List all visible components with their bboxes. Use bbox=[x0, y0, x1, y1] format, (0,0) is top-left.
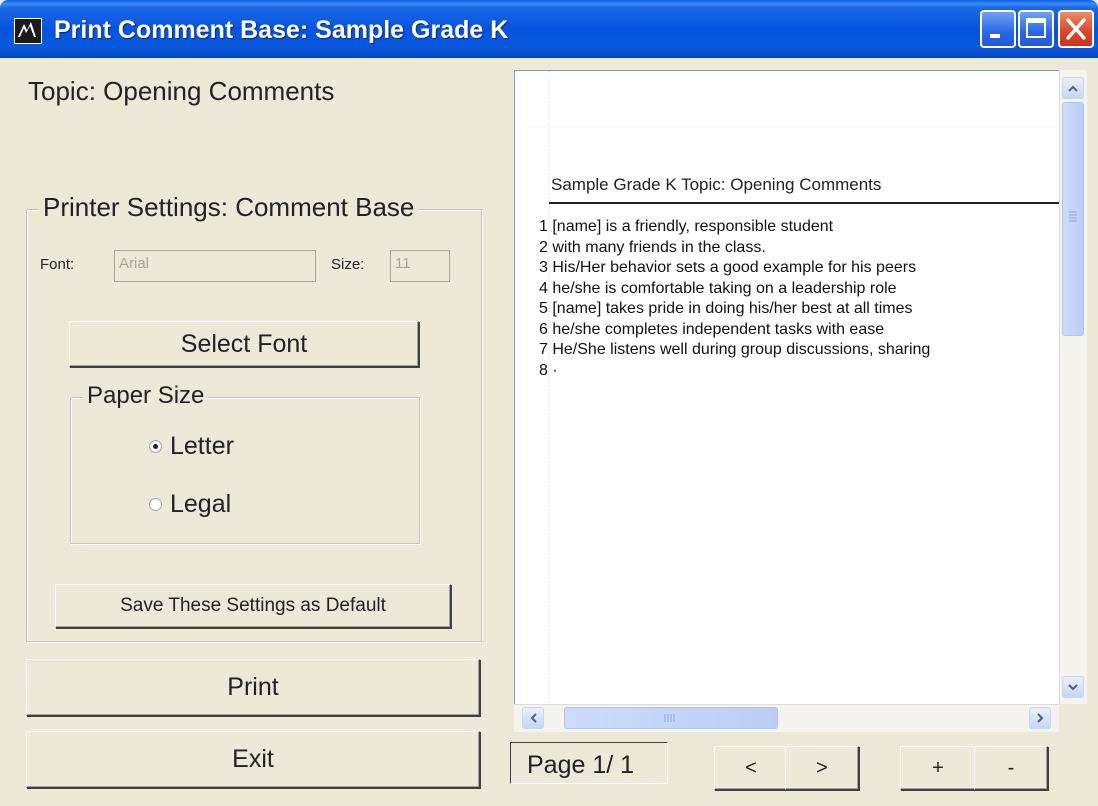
preview-line: 7 He/She listens well during group discu… bbox=[539, 341, 931, 358]
horizontal-scrollbar[interactable] bbox=[514, 704, 1059, 732]
minimize-button[interactable] bbox=[980, 10, 1016, 48]
size-label: Size: bbox=[331, 256, 365, 273]
preview-line: 1 [name] is a friendly, responsible stud… bbox=[539, 218, 834, 235]
select-font-button[interactable]: Select Font bbox=[69, 321, 419, 367]
next-page-button[interactable]: > bbox=[785, 746, 859, 790]
page-margin-lines bbox=[515, 71, 1061, 711]
scroll-up-button[interactable] bbox=[1062, 77, 1084, 99]
grip-icon bbox=[1069, 211, 1077, 222]
window-title: Print Comment Base: Sample Grade K bbox=[54, 16, 509, 44]
preview-line: 5 [name] takes pride in doing his/her be… bbox=[539, 300, 913, 317]
vertical-scrollbar[interactable] bbox=[1059, 70, 1087, 704]
previous-page-button[interactable]: < bbox=[714, 746, 788, 790]
preview-line: 6 he/she completes independent tasks wit… bbox=[539, 320, 885, 338]
scroll-down-button[interactable] bbox=[1062, 676, 1084, 698]
title-bar[interactable]: Print Comment Base: Sample Grade K bbox=[0, 0, 1098, 58]
save-settings-default-button[interactable]: Save These Settings as Default bbox=[55, 584, 451, 628]
page-indicator: Page 1/ 1 bbox=[510, 742, 668, 784]
app-icon bbox=[14, 18, 42, 44]
preview-line: 2 with many friends in the class. bbox=[539, 238, 766, 256]
chevron-left-icon bbox=[530, 713, 537, 723]
preview-line: 4 he/she is comfortable taking on a lead… bbox=[539, 279, 897, 297]
scrollbar-corner bbox=[1059, 704, 1086, 731]
size-field: 11 bbox=[390, 250, 450, 282]
radio-legal-indicator[interactable] bbox=[149, 498, 162, 511]
scroll-right-button[interactable] bbox=[1029, 707, 1051, 729]
zoom-out-button[interactable]: - bbox=[974, 746, 1048, 790]
grip-icon bbox=[664, 714, 675, 722]
maximize-icon bbox=[1026, 18, 1046, 38]
chevron-down-icon bbox=[1068, 683, 1078, 690]
horizontal-scroll-thumb[interactable] bbox=[564, 707, 778, 729]
paper-size-group: Paper Size bbox=[70, 382, 420, 544]
print-comment-base-window: Print Comment Base: Sample Grade K Topic… bbox=[0, 0, 1098, 806]
font-label: Font: bbox=[40, 256, 75, 273]
printer-settings-legend: Printer Settings: Comment Base bbox=[39, 192, 419, 223]
radio-legal-label: Legal bbox=[170, 490, 232, 518]
radio-letter[interactable]: Letter bbox=[149, 432, 234, 461]
vertical-scroll-thumb[interactable] bbox=[1062, 102, 1084, 336]
radio-legal[interactable]: Legal bbox=[149, 490, 231, 519]
print-preview-pane[interactable]: Sample Grade K Topic: Opening Comments 1… bbox=[514, 70, 1062, 712]
preview-line: 8 · bbox=[539, 361, 558, 379]
minimize-icon bbox=[990, 34, 1000, 38]
print-button[interactable]: Print bbox=[26, 659, 480, 716]
close-button[interactable] bbox=[1058, 10, 1094, 48]
font-field: Arial bbox=[114, 250, 316, 282]
preview-heading-rule bbox=[549, 202, 1059, 204]
preview-lines: 1 [name] is a friendly, responsible stud… bbox=[539, 217, 1059, 381]
paper-size-legend: Paper Size bbox=[83, 382, 209, 410]
maximize-button[interactable] bbox=[1018, 10, 1054, 48]
zoom-in-button[interactable]: + bbox=[900, 746, 976, 790]
topic-label: Topic: Opening Comments bbox=[28, 76, 335, 106]
chevron-right-icon bbox=[1036, 713, 1043, 723]
scroll-left-button[interactable] bbox=[522, 707, 544, 729]
radio-letter-label: Letter bbox=[170, 432, 234, 460]
preview-heading: Sample Grade K Topic: Opening Comments bbox=[551, 175, 882, 194]
radio-letter-indicator[interactable] bbox=[149, 440, 162, 453]
preview-line: 3 His/Her behavior sets a good example f… bbox=[539, 259, 917, 276]
chevron-up-icon bbox=[1068, 85, 1078, 92]
close-icon bbox=[1066, 18, 1086, 40]
exit-button[interactable]: Exit bbox=[26, 731, 480, 788]
